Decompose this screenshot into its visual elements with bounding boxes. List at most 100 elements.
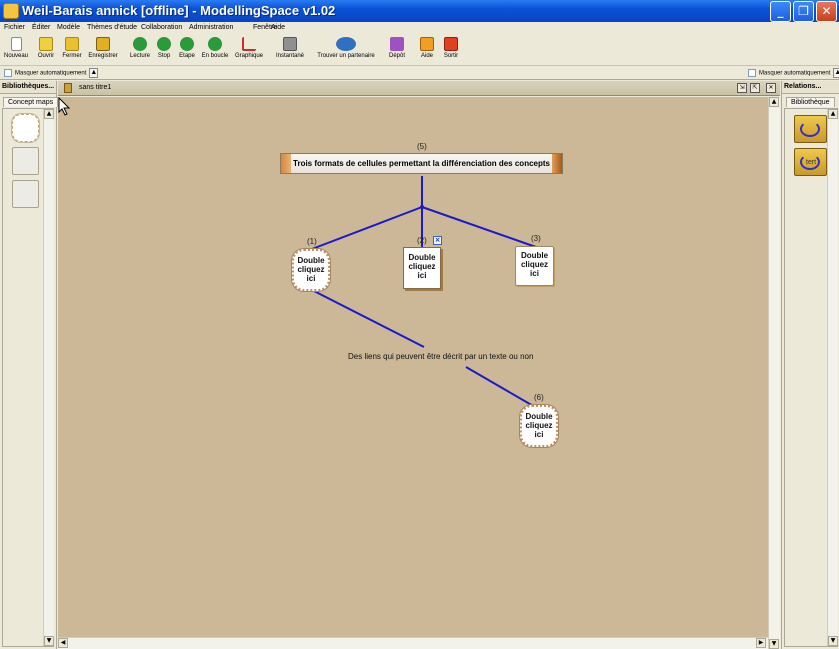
link-label[interactable]: Des liens qui peuvent être décrit par un… bbox=[346, 352, 536, 361]
help-button[interactable]: Aide bbox=[418, 37, 436, 59]
scroll-down-icon[interactable]: ▼ bbox=[44, 636, 54, 646]
find-partner-button[interactable]: Trouver un partenaire bbox=[316, 37, 376, 59]
snapshot-icon bbox=[283, 37, 297, 51]
link-1-to-6-b[interactable] bbox=[465, 366, 536, 408]
scroll-up-icon[interactable]: ▲ bbox=[44, 109, 54, 119]
concept-node-3[interactable]: Double cliquez ici bbox=[515, 246, 554, 286]
concept-map-canvas[interactable]: (5) Trois formats de cellules permettant… bbox=[58, 97, 768, 637]
new-button[interactable]: Nouveau bbox=[4, 37, 28, 59]
link-hub-to-1[interactable] bbox=[311, 206, 423, 250]
auto-hide-right-label: Masquer automatiquement bbox=[759, 70, 831, 77]
scroll-right-icon[interactable]: ▶ bbox=[756, 638, 766, 648]
mouse-pointer-icon bbox=[58, 97, 71, 116]
close-folder-icon bbox=[65, 37, 79, 51]
concept-node-1[interactable]: Double cliquez ici bbox=[292, 249, 330, 291]
loop-button[interactable]: En boucle bbox=[200, 37, 230, 59]
concept-library-list: ▲ ▼ bbox=[2, 108, 54, 647]
step-icon bbox=[180, 37, 194, 51]
auto-hide-left: Masquer automatiquement ▲ bbox=[4, 68, 99, 78]
loop-icon bbox=[208, 37, 222, 51]
step-button[interactable]: Etape bbox=[177, 37, 197, 59]
canvas-horizontal-scrollbar[interactable]: ◀ ▶ bbox=[58, 637, 768, 649]
menu-collaboration[interactable]: Collaboration bbox=[141, 24, 182, 31]
document-bar: sans titre1 ⇲ ⇱ ✕ bbox=[58, 81, 780, 96]
scroll-down-icon[interactable]: ▼ bbox=[828, 636, 838, 646]
auto-hide-bar: Masquer automatiquement ▲ Masquer automat… bbox=[0, 67, 839, 80]
relations-panel-header: Relations... bbox=[782, 81, 839, 94]
stop-icon bbox=[157, 37, 171, 51]
depot-icon bbox=[390, 37, 404, 51]
link-hub[interactable] bbox=[420, 205, 424, 209]
node-6-number: (6) bbox=[534, 393, 544, 402]
menu-aide[interactable]: Aide bbox=[271, 24, 285, 31]
text-relation-template[interactable]: tert bbox=[794, 148, 827, 176]
libraries-panel-header: Bibliothèques... bbox=[0, 81, 56, 94]
arc-relation-template[interactable] bbox=[794, 115, 827, 143]
relations-panel: Relations... Bibliothèque tert ▲ ▼ bbox=[781, 81, 839, 649]
tab-bibliotheque[interactable]: Bibliothèque bbox=[786, 97, 835, 107]
save-icon bbox=[96, 37, 110, 51]
auto-hide-right-arrow-icon[interactable]: ▲ bbox=[833, 68, 839, 78]
libraries-panel: Bibliothèques... Concept maps ▲ ▼ bbox=[0, 81, 59, 649]
menu-editer[interactable]: Éditer bbox=[32, 24, 50, 31]
auto-hide-right: Masquer automatiquement ▲ bbox=[748, 68, 839, 78]
delete-node-icon[interactable]: × bbox=[433, 236, 442, 245]
window-title: Weil-Barais annick [offline] - Modelling… bbox=[22, 3, 336, 18]
open-folder-icon bbox=[39, 37, 53, 51]
scroll-up-icon[interactable]: ▲ bbox=[828, 109, 838, 119]
graph-button[interactable]: Graphique bbox=[234, 37, 264, 59]
document-title: sans titre1 bbox=[79, 84, 112, 91]
minimize-button[interactable]: _ bbox=[770, 1, 791, 22]
box-cell-template[interactable] bbox=[12, 147, 39, 175]
auto-hide-left-checkbox[interactable] bbox=[4, 69, 12, 77]
doc-restore-icon[interactable]: ⇲ bbox=[737, 83, 747, 93]
menu-themes[interactable]: Thèmes d'étude bbox=[87, 24, 137, 31]
title-concept-text: Trois formats de cellules permettant la … bbox=[293, 159, 550, 168]
canvas-vertical-scrollbar[interactable]: ▲ ▼ bbox=[768, 97, 780, 649]
node-5-number: (5) bbox=[417, 142, 427, 151]
scroll-left-icon[interactable]: ◀ bbox=[58, 638, 68, 648]
title-band-right bbox=[552, 154, 562, 173]
menu-fichier[interactable]: Fichier bbox=[4, 24, 25, 31]
modellingspace-window: Weil-Barais annick [offline] - Modelling… bbox=[0, 0, 839, 649]
help-icon bbox=[420, 37, 434, 51]
link-1-to-6-a[interactable] bbox=[311, 289, 425, 348]
node-1-number: (1) bbox=[307, 237, 317, 246]
cloud-cell-template[interactable] bbox=[12, 114, 39, 142]
snapshot-button[interactable]: Instantané bbox=[274, 37, 306, 59]
open-button[interactable]: Ouvrir bbox=[36, 37, 56, 59]
close-button[interactable]: ✕ bbox=[816, 1, 837, 22]
graph-icon bbox=[242, 37, 256, 51]
relations-library-list: tert ▲ ▼ bbox=[784, 108, 838, 647]
doc-maximize-icon[interactable]: ⇱ bbox=[750, 83, 760, 93]
save-button[interactable]: Enregistrer bbox=[88, 37, 118, 59]
fermer-button[interactable]: Fermer bbox=[61, 37, 83, 59]
link-lines bbox=[311, 176, 537, 408]
arc-icon bbox=[800, 121, 820, 137]
play-icon bbox=[133, 37, 147, 51]
auto-hide-left-label: Masquer automatiquement bbox=[15, 70, 87, 77]
title-concept-node[interactable]: Trois formats de cellules permettant la … bbox=[280, 153, 563, 174]
relations-scrollbar[interactable]: ▲ ▼ bbox=[827, 109, 838, 646]
rect-cell-template[interactable] bbox=[12, 180, 39, 208]
concept-node-2[interactable]: Double cliquez ici bbox=[403, 247, 441, 289]
scroll-down-icon[interactable]: ▼ bbox=[769, 639, 779, 649]
stop-button[interactable]: Stop bbox=[155, 37, 173, 59]
doc-close-icon[interactable]: ✕ bbox=[766, 83, 776, 93]
menu-administration[interactable]: Administration bbox=[189, 24, 233, 31]
library-scrollbar[interactable]: ▲ ▼ bbox=[43, 109, 54, 646]
concept-node-6[interactable]: Double cliquez ici bbox=[520, 405, 558, 447]
exit-icon bbox=[444, 37, 458, 51]
menu-modele[interactable]: Modèle bbox=[57, 24, 80, 31]
node-2-number: (2) bbox=[417, 236, 427, 245]
tab-concept-maps[interactable]: Concept maps bbox=[3, 97, 59, 107]
auto-hide-right-checkbox[interactable] bbox=[748, 69, 756, 77]
maximize-button[interactable]: ❐ bbox=[793, 1, 814, 22]
auto-hide-left-arrow-icon[interactable]: ▲ bbox=[89, 68, 99, 78]
depot-button[interactable]: Dépôt bbox=[387, 37, 407, 59]
exit-button[interactable]: Sortir bbox=[440, 37, 462, 59]
app-icon bbox=[3, 3, 19, 19]
play-button[interactable]: Lecture bbox=[129, 37, 151, 59]
scroll-up-icon[interactable]: ▲ bbox=[769, 97, 779, 107]
document-icon bbox=[64, 83, 72, 93]
